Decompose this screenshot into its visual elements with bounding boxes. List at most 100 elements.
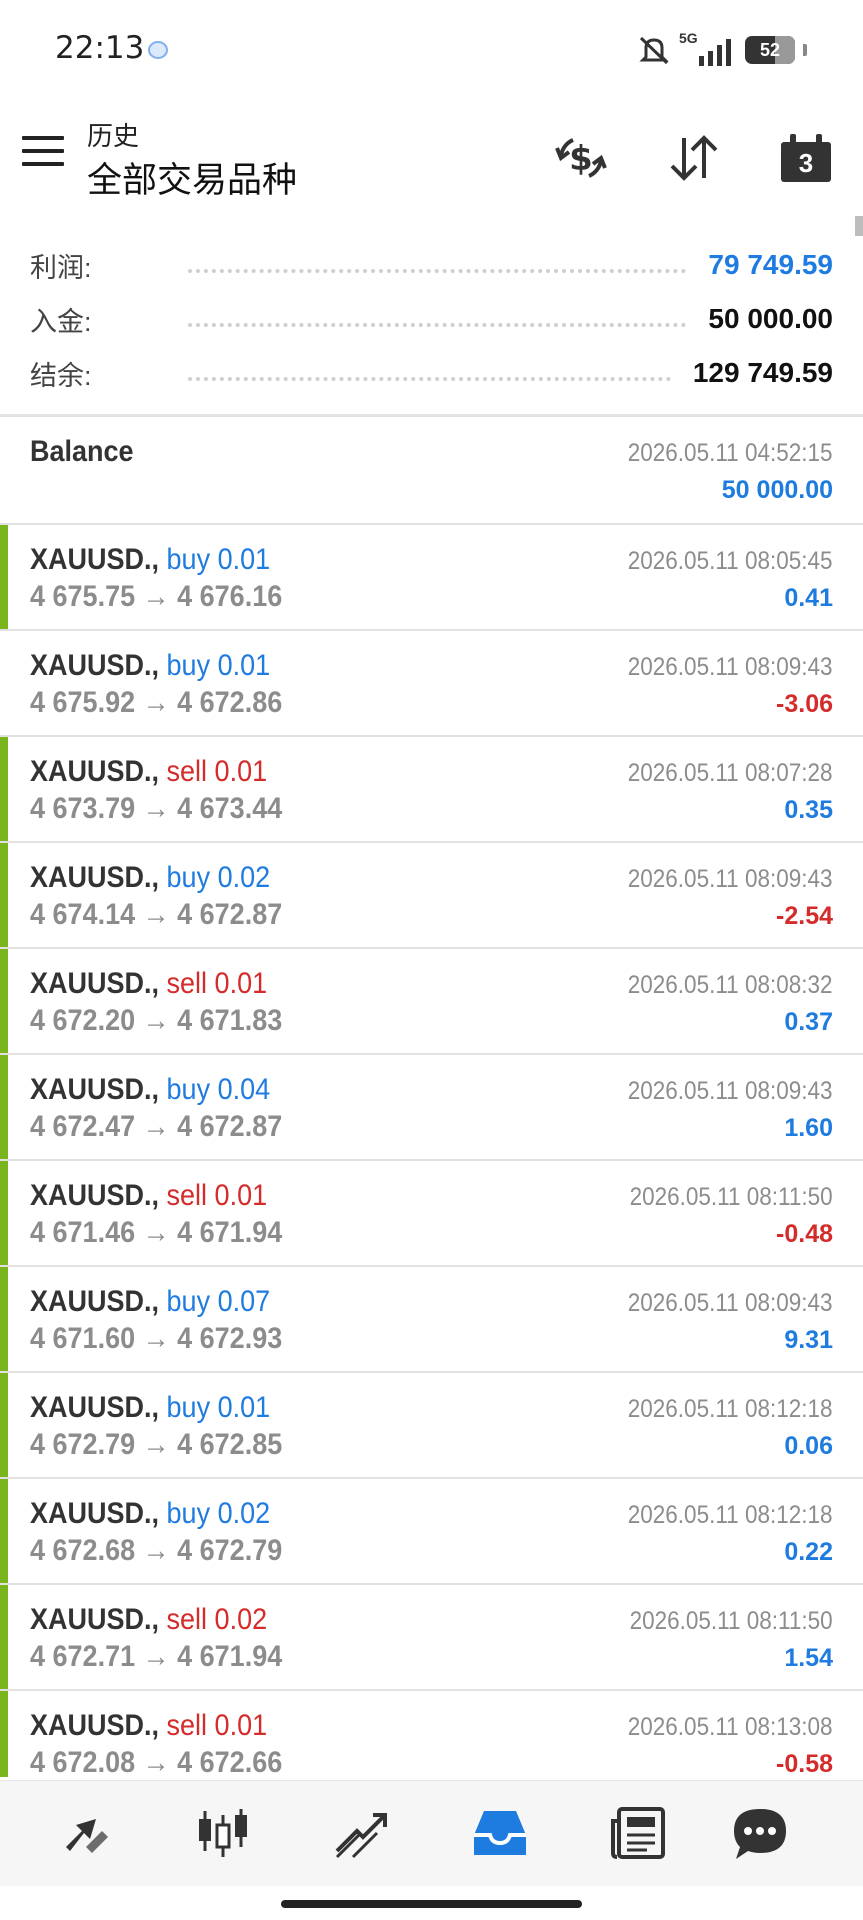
deal-open-price: 4 672.47 bbox=[30, 1110, 136, 1143]
deal-row[interactable]: XAUUSD., sell 0.01 4 672.08 → 4 672.66 202… bbox=[0, 1691, 863, 1777]
deal-open-price: 4 671.60 bbox=[30, 1322, 136, 1355]
menu-button[interactable] bbox=[22, 136, 64, 170]
deal-prices: 4 671.46 → 4 671.94 bbox=[30, 1216, 282, 1250]
deal-time: 2026.05.11 08:09:43 bbox=[628, 865, 833, 893]
deal-symbol-name: XAUUSD., bbox=[30, 1709, 160, 1742]
deal-open-price: 4 672.68 bbox=[30, 1534, 136, 1567]
deal-close-price: 4 676.16 bbox=[177, 580, 283, 613]
balance-value: 129 749.59 bbox=[692, 357, 833, 388]
summary-balance-row: 结余: 129 749.59 bbox=[30, 346, 833, 400]
deal-action: buy 0.02 bbox=[166, 1497, 271, 1530]
summary-profit-row: 利润: 79 749.59 bbox=[30, 238, 833, 292]
deal-close-price: 4 671.94 bbox=[177, 1640, 283, 1673]
bottom-navigation bbox=[0, 1780, 863, 1886]
deal-close-price: 4 672.66 bbox=[177, 1746, 283, 1777]
deal-time: 2026.05.11 08:12:18 bbox=[628, 1501, 833, 1529]
deal-row[interactable]: XAUUSD., sell 0.01 4 672.20 → 4 671.83 202… bbox=[0, 949, 863, 1055]
deal-time: 2026.05.11 08:11:50 bbox=[629, 1183, 833, 1211]
deal-action: sell 0.02 bbox=[166, 1603, 268, 1636]
deal-close-price: 4 673.44 bbox=[177, 792, 283, 825]
deal-action: buy 0.02 bbox=[166, 861, 271, 894]
deal-action: sell 0.01 bbox=[166, 967, 268, 1000]
header-title[interactable]: 全部交易品种 bbox=[87, 152, 297, 203]
deal-time: 2026.05.11 08:05:45 bbox=[628, 547, 833, 575]
quotes-icon[interactable] bbox=[56, 1803, 116, 1863]
trade-icon[interactable] bbox=[331, 1803, 391, 1863]
deal-close-price: 4 672.86 bbox=[177, 686, 283, 719]
scrollbar-thumb[interactable] bbox=[855, 216, 863, 236]
deal-row[interactable]: XAUUSD., buy 0.04 4 672.47 → 4 672.87 2026… bbox=[0, 1055, 863, 1161]
arrow-right-icon: → bbox=[142, 1428, 170, 1461]
chart-candles-icon[interactable] bbox=[193, 1803, 253, 1863]
balance-entry[interactable]: Balance 2026.05.11 04:52:15 50 000.00 bbox=[0, 417, 863, 525]
deal-row[interactable]: XAUUSD., buy 0.07 4 671.60 → 4 672.93 2026… bbox=[0, 1267, 863, 1373]
deal-symbol: XAUUSD., sell 0.01 bbox=[30, 1179, 267, 1213]
status-bar: 22:13 5G 52 bbox=[0, 0, 863, 100]
deal-row[interactable]: XAUUSD., sell 0.01 4 671.46 → 4 671.94 202… bbox=[0, 1161, 863, 1267]
deal-status-bar bbox=[0, 1585, 8, 1689]
header-subtitle: 历史 bbox=[87, 121, 140, 151]
deal-prices: 4 672.68 → 4 672.79 bbox=[30, 1534, 282, 1568]
deal-open-price: 4 675.75 bbox=[30, 580, 136, 613]
history-inbox-icon[interactable] bbox=[470, 1803, 530, 1863]
deal-symbol-name: XAUUSD., bbox=[30, 755, 160, 788]
deals-list[interactable]: Balance 2026.05.11 04:52:15 50 000.00 XA… bbox=[0, 417, 863, 1777]
signal-icon: 5G bbox=[679, 30, 737, 66]
chat-icon[interactable] bbox=[730, 1803, 790, 1863]
deal-action: sell 0.01 bbox=[166, 1179, 268, 1212]
deal-row[interactable]: XAUUSD., buy 0.01 4 675.92 → 4 672.86 2026… bbox=[0, 631, 863, 737]
deal-close-price: 4 671.83 bbox=[177, 1004, 283, 1037]
deal-open-price: 4 675.92 bbox=[30, 686, 136, 719]
deal-prices: 4 674.14 → 4 672.87 bbox=[30, 898, 282, 932]
deal-status-bar bbox=[0, 1267, 8, 1371]
deal-time: 2026.05.11 08:09:43 bbox=[628, 653, 833, 681]
arrow-right-icon: → bbox=[142, 898, 170, 931]
sort-icon[interactable] bbox=[666, 130, 722, 186]
deal-close-price: 4 672.87 bbox=[177, 1110, 283, 1143]
deal-profit: 0.06 bbox=[784, 1432, 833, 1460]
deal-close-price: 4 672.93 bbox=[177, 1322, 283, 1355]
deal-row[interactable]: XAUUSD., buy 0.02 4 672.68 → 4 672.79 2026… bbox=[0, 1479, 863, 1585]
deal-profit: 0.22 bbox=[784, 1538, 833, 1566]
deal-profit: 1.60 bbox=[784, 1114, 833, 1142]
calendar-icon[interactable]: 3 bbox=[781, 134, 831, 182]
deal-time: 2026.05.11 08:12:18 bbox=[628, 1395, 833, 1423]
deal-close-price: 4 672.85 bbox=[177, 1428, 283, 1461]
deal-row[interactable]: XAUUSD., buy 0.01 4 675.75 → 4 676.16 2026… bbox=[0, 525, 863, 631]
currency-exchange-icon[interactable]: $ bbox=[553, 130, 609, 186]
home-indicator[interactable] bbox=[281, 1900, 582, 1908]
deposit-value: 50 000.00 bbox=[708, 303, 833, 334]
calendar-day: 3 bbox=[781, 142, 831, 182]
profit-label: 利润: bbox=[30, 252, 92, 283]
deal-close-price: 4 672.79 bbox=[177, 1534, 283, 1567]
deal-prices: 4 672.71 → 4 671.94 bbox=[30, 1640, 282, 1674]
deal-symbol-name: XAUUSD., bbox=[30, 1073, 160, 1106]
deal-symbol: XAUUSD., buy 0.07 bbox=[30, 1285, 270, 1319]
deal-row[interactable]: XAUUSD., buy 0.02 4 674.14 → 4 672.87 2026… bbox=[0, 843, 863, 949]
deal-row[interactable]: XAUUSD., buy 0.01 4 672.79 → 4 672.85 2026… bbox=[0, 1373, 863, 1479]
balance-entry-time: 2026.05.11 04:52:15 bbox=[628, 439, 833, 467]
deal-symbol-name: XAUUSD., bbox=[30, 1179, 160, 1212]
deal-symbol: XAUUSD., buy 0.01 bbox=[30, 1391, 270, 1425]
deal-prices: 4 671.60 → 4 672.93 bbox=[30, 1322, 282, 1356]
arrow-right-icon: → bbox=[142, 1322, 170, 1355]
deal-time: 2026.05.11 08:11:50 bbox=[629, 1607, 833, 1635]
deal-prices: 4 675.75 → 4 676.16 bbox=[30, 580, 282, 614]
deal-action: buy 0.01 bbox=[166, 1391, 271, 1424]
deal-row[interactable]: XAUUSD., sell 0.01 4 673.79 → 4 673.44 202… bbox=[0, 737, 863, 843]
deal-profit: -3.06 bbox=[776, 690, 833, 718]
deal-symbol-name: XAUUSD., bbox=[30, 1285, 160, 1318]
balance-entry-label: Balance bbox=[30, 435, 134, 468]
deal-profit: -0.58 bbox=[776, 1750, 833, 1777]
deal-profit: 0.37 bbox=[784, 1008, 833, 1036]
deal-symbol-name: XAUUSD., bbox=[30, 649, 160, 682]
deal-profit: 0.41 bbox=[784, 584, 833, 612]
deal-time: 2026.05.11 08:07:28 bbox=[628, 759, 833, 787]
deal-close-price: 4 671.94 bbox=[177, 1216, 283, 1249]
news-icon[interactable] bbox=[609, 1803, 669, 1863]
arrow-right-icon: → bbox=[142, 1004, 170, 1037]
deal-row[interactable]: XAUUSD., sell 0.02 4 672.71 → 4 671.94 202… bbox=[0, 1585, 863, 1691]
arrow-right-icon: → bbox=[142, 1110, 170, 1143]
deal-action: buy 0.01 bbox=[166, 543, 271, 576]
deal-profit: -0.48 bbox=[776, 1220, 833, 1248]
